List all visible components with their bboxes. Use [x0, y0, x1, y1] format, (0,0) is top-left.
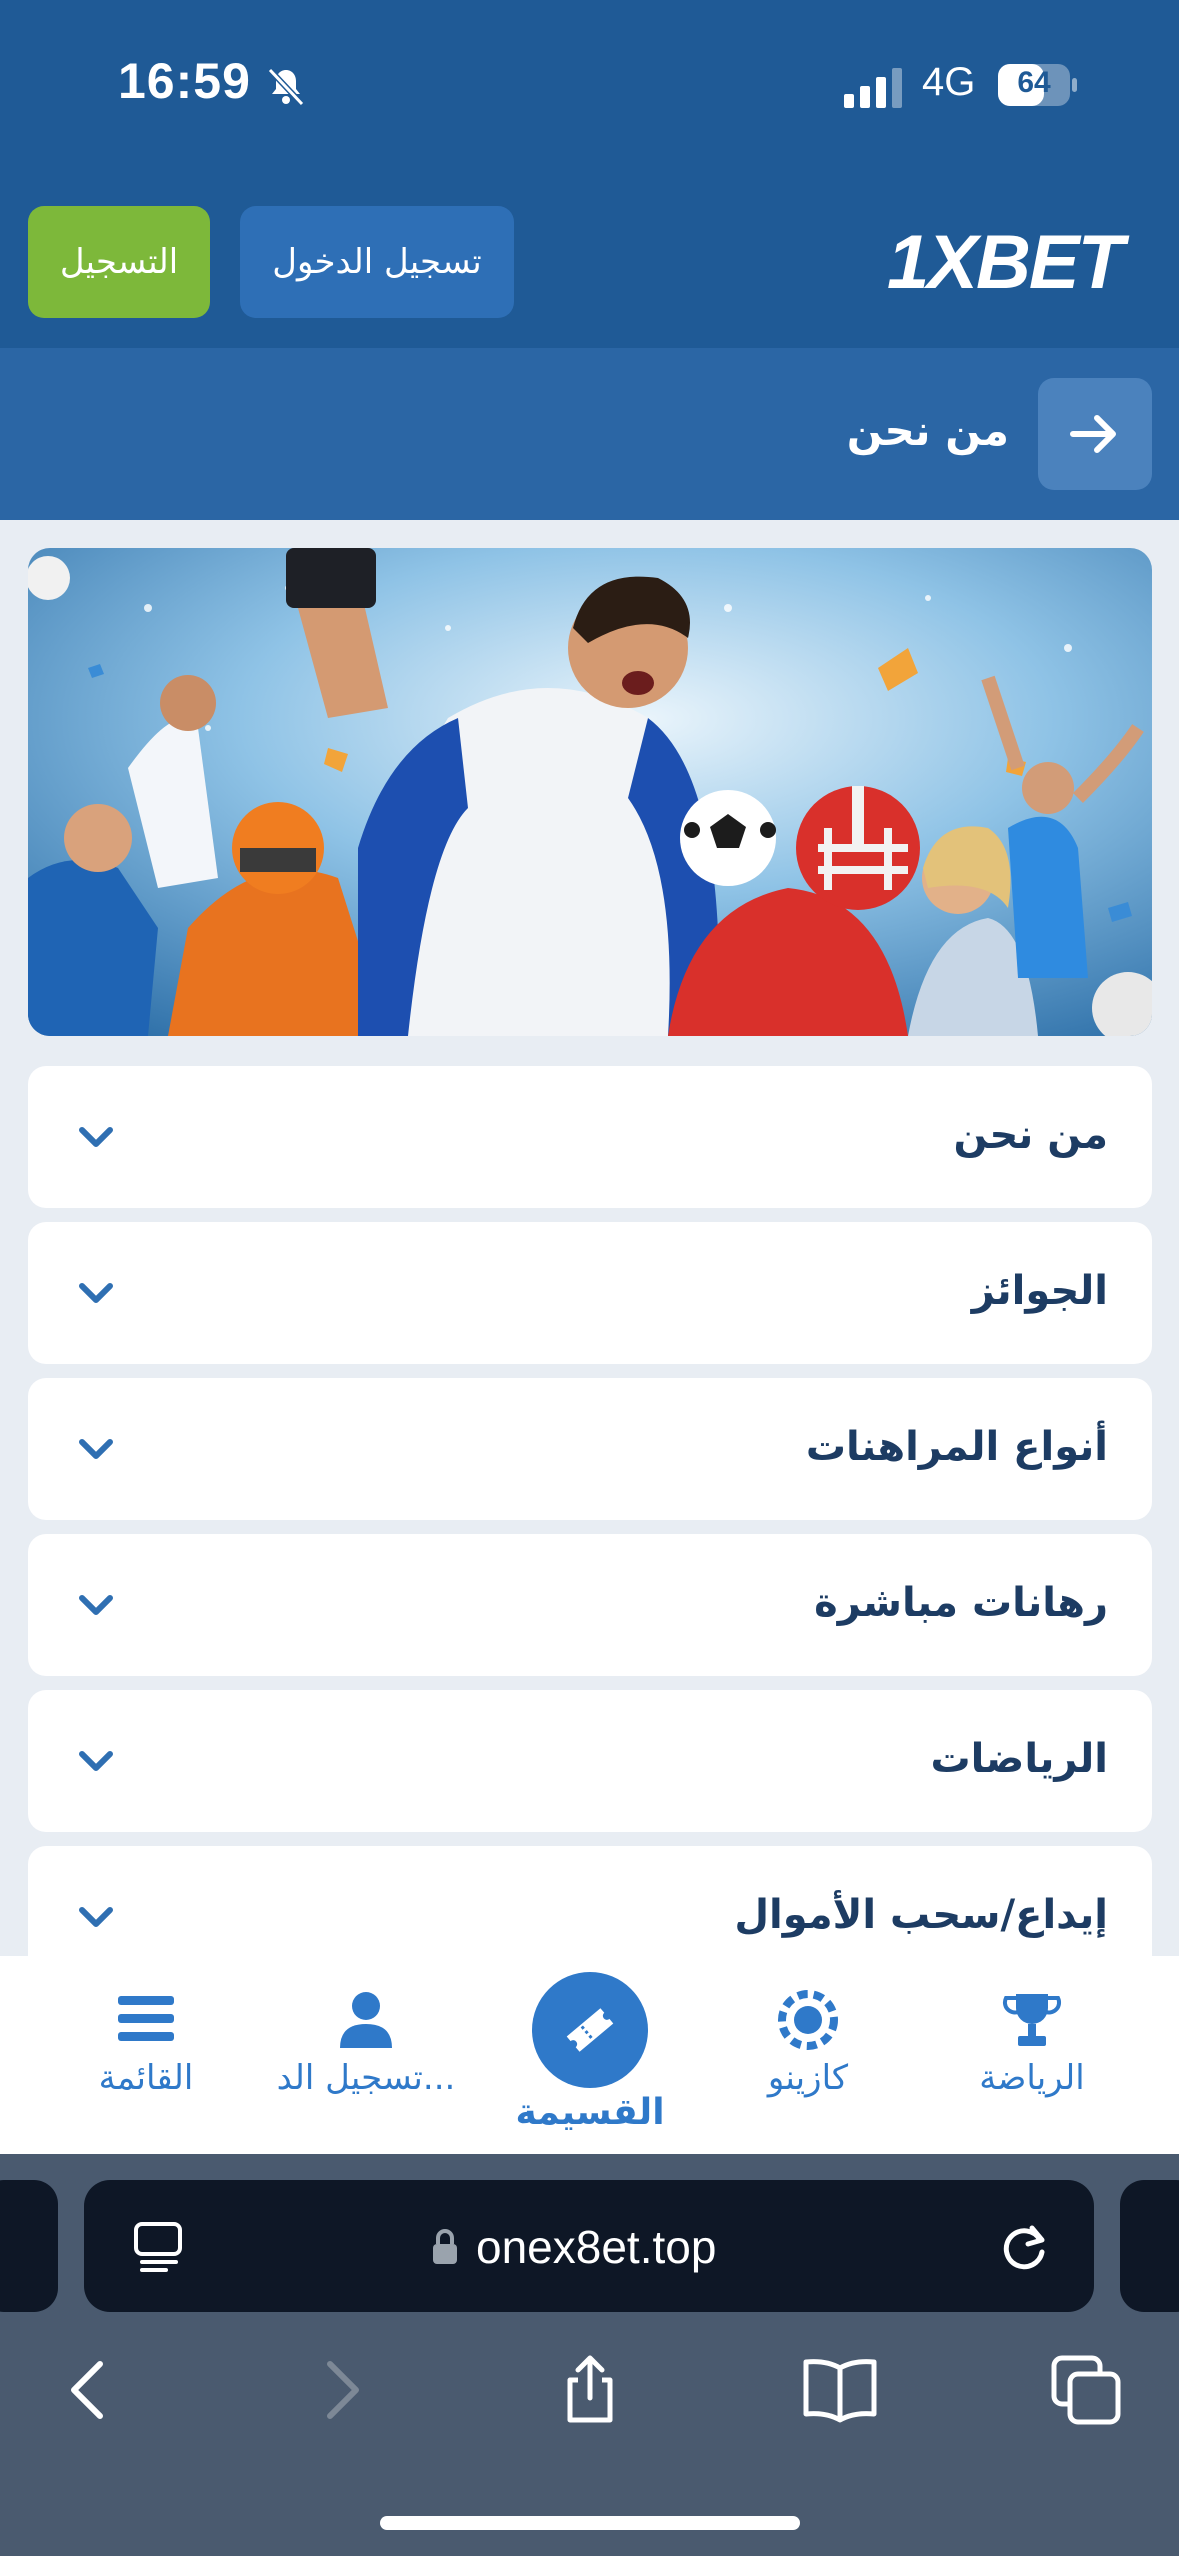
hamburger-menu-icon [118, 1996, 174, 2041]
cellular-signal-icon [844, 68, 902, 108]
brand-logo[interactable]: 1XBET [852, 220, 1124, 305]
accordion-label: إيداع/سحب الأموال [734, 1892, 1108, 1938]
accordion-bet-types[interactable]: أنواع المراهنات [28, 1378, 1152, 1520]
reader-mode-icon[interactable] [132, 2220, 184, 2274]
chevron-down-icon [79, 1283, 113, 1303]
accordion-label: أنواع المراهنات [805, 1424, 1108, 1470]
silent-bell-icon [267, 67, 305, 107]
accordion-label: الرياضات [930, 1736, 1108, 1782]
chevron-down-icon [79, 1907, 113, 1927]
tab-menu[interactable]: القائمة [46, 1990, 246, 2140]
register-button[interactable]: التسجيل [28, 206, 210, 318]
arrow-right-icon [1070, 415, 1116, 453]
next-tab-preview[interactable] [1120, 2180, 1179, 2312]
reload-icon[interactable] [996, 2218, 1054, 2276]
trophy-icon [1002, 1994, 1062, 2046]
forward-chevron-icon[interactable] [302, 2350, 382, 2430]
home-indicator[interactable] [380, 2516, 800, 2530]
page-title: من نحن [846, 406, 1009, 455]
chevron-down-icon [79, 1751, 113, 1771]
banner-image [28, 548, 1152, 1036]
status-time: 16:59 [118, 53, 251, 109]
chevron-down-icon [79, 1595, 113, 1615]
login-button[interactable]: تسجيل الدخول [240, 206, 514, 318]
casino-chip-icon [778, 1990, 838, 2050]
tab-sports-label: الرياضة [979, 2058, 1085, 2098]
tab-casino[interactable]: كازينو [708, 1990, 908, 2140]
network-type: 4G [922, 60, 976, 104]
tab-menu-label: القائمة [98, 2058, 194, 2098]
tab-coupon-button[interactable] [532, 1972, 648, 2088]
user-icon [340, 1992, 392, 2048]
url-text[interactable]: onex8et.top [476, 2220, 716, 2274]
sports-promo-banner[interactable] [28, 548, 1152, 1036]
back-button[interactable] [1038, 378, 1152, 490]
accordion-sports[interactable]: الرياضات [28, 1690, 1152, 1832]
ticket-icon [566, 2008, 614, 2052]
status-bar: 16:59 4G 64 [0, 0, 1179, 180]
bookmarks-icon[interactable] [800, 2350, 880, 2430]
battery-icon: 64 [998, 64, 1078, 106]
accordion-label: رهانات مباشرة [814, 1580, 1108, 1626]
tab-login[interactable]: تسجيل الد... [266, 1990, 466, 2140]
chevron-down-icon [79, 1127, 113, 1147]
battery-level: 64 [1017, 66, 1051, 99]
accordion-prizes[interactable]: الجوائز [28, 1222, 1152, 1364]
chevron-down-icon [79, 1439, 113, 1459]
tab-coupon-label[interactable]: القسيمة [470, 2092, 710, 2133]
lock-icon [433, 2229, 457, 2264]
back-chevron-icon[interactable] [48, 2350, 128, 2430]
accordion-label: من نحن [953, 1112, 1108, 1158]
tab-login-label: تسجيل الد... [276, 2058, 456, 2098]
tab-casino-label: كازينو [767, 2058, 849, 2098]
previous-tab-preview[interactable] [0, 2180, 58, 2312]
accordion-label: الجوائز [971, 1268, 1108, 1314]
tab-sports[interactable]: الرياضة [932, 1990, 1132, 2140]
share-icon[interactable] [550, 2350, 630, 2430]
tabs-icon[interactable] [1046, 2350, 1126, 2430]
accordion-live-bets[interactable]: رهانات مباشرة [28, 1534, 1152, 1676]
accordion-about-us[interactable]: من نحن [28, 1066, 1152, 1208]
